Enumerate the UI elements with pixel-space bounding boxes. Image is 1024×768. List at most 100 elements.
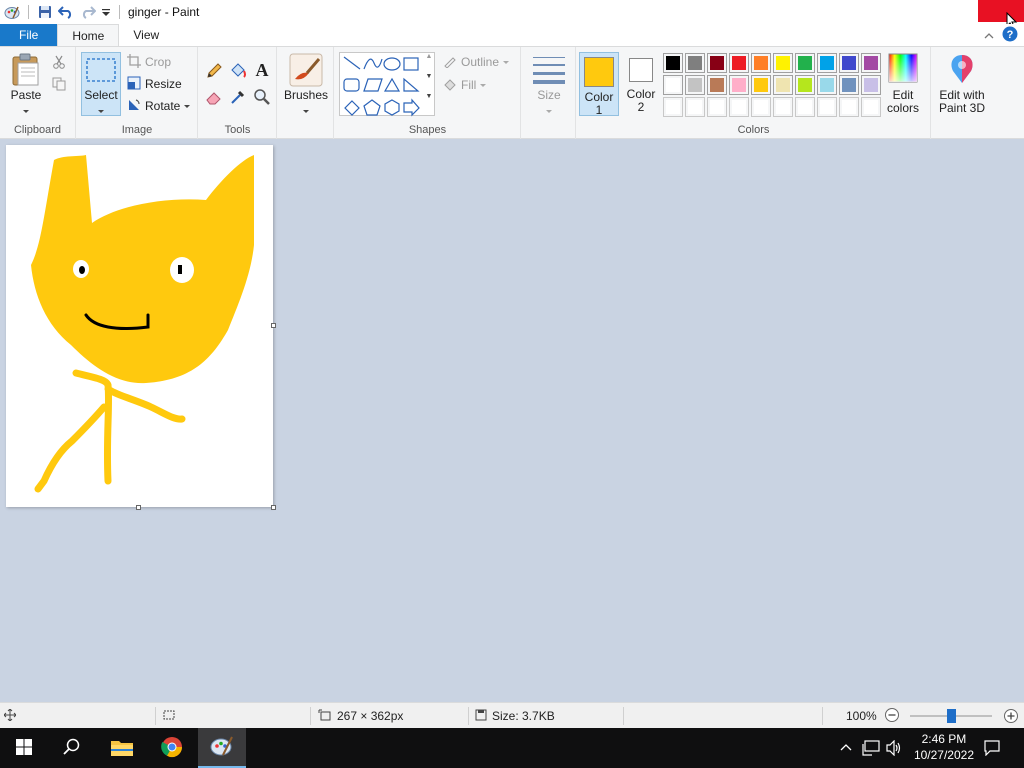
select-button[interactable]: Select: [81, 52, 121, 116]
status-divider: [155, 707, 156, 725]
palette-swatch[interactable]: [773, 53, 793, 73]
colors-group-label: Colors: [737, 124, 770, 136]
shapes-scroll[interactable]: ▲ ▼ ▼: [423, 53, 435, 115]
palette-swatch[interactable]: [817, 75, 837, 95]
paint-app-icon: [210, 735, 234, 760]
eraser-icon[interactable]: [205, 88, 223, 109]
palette-swatch[interactable]: [751, 53, 771, 73]
palette-swatch[interactable]: [773, 75, 793, 95]
taskbar-clock[interactable]: 2:46 PM 10/27/2022: [914, 731, 974, 763]
redo-icon[interactable]: [77, 2, 99, 22]
palette-swatch[interactable]: [795, 97, 815, 117]
palette-swatch[interactable]: [751, 75, 771, 95]
undo-icon[interactable]: [55, 2, 77, 22]
pencil-icon[interactable]: [205, 62, 223, 83]
brushes-button[interactable]: Brushes: [284, 53, 328, 116]
palette-swatch[interactable]: [795, 53, 815, 73]
resize-button[interactable]: Resize: [127, 74, 182, 94]
drawing-canvas[interactable]: [6, 145, 273, 507]
color1-button[interactable]: Color 1: [579, 52, 619, 117]
zoom-out-icon[interactable]: [884, 707, 900, 726]
select-label: Select: [84, 88, 118, 102]
palette-swatch[interactable]: [795, 75, 815, 95]
tab-file[interactable]: File: [0, 24, 58, 46]
cursor-position: [3, 703, 17, 729]
tab-home[interactable]: Home: [57, 24, 120, 46]
palette-swatch[interactable]: [707, 53, 727, 73]
color2-button[interactable]: Color 2: [623, 52, 659, 116]
palette-swatch[interactable]: [685, 75, 705, 95]
image-dimensions: 267 × 362px: [318, 703, 403, 729]
fill-button[interactable]: Fill: [443, 75, 487, 95]
palette-swatch[interactable]: [663, 97, 683, 117]
palette-swatch[interactable]: [729, 97, 749, 117]
minimize-ribbon-icon[interactable]: [984, 29, 994, 43]
paint-app-icon[interactable]: [2, 2, 22, 22]
palette-swatch[interactable]: [707, 97, 727, 117]
palette-swatch[interactable]: [861, 53, 881, 73]
resize-icon: [127, 76, 141, 93]
palette-swatch[interactable]: [685, 97, 705, 117]
select-rectangle-icon: [82, 53, 120, 89]
palette-swatch[interactable]: [861, 75, 881, 95]
palette-swatch[interactable]: [839, 53, 859, 73]
shapes-group-label: Shapes: [408, 124, 447, 136]
text-tool-icon[interactable]: A: [253, 60, 271, 83]
crop-button[interactable]: Crop: [127, 52, 171, 72]
edit-colors-button[interactable]: Edit colors: [881, 53, 925, 115]
paint3d-group: Edit with Paint 3D: [932, 47, 992, 139]
resize-label: Resize: [145, 77, 182, 91]
help-icon[interactable]: ?: [1002, 26, 1018, 45]
paste-button[interactable]: Paste: [6, 53, 46, 116]
image-group-label: Image: [121, 124, 153, 136]
zoom-in-icon[interactable]: [1003, 708, 1019, 727]
volume-icon[interactable]: [886, 739, 902, 759]
brush-icon: [284, 53, 328, 89]
search-button[interactable]: [48, 728, 96, 768]
cut-icon[interactable]: [52, 55, 66, 72]
palette-swatch[interactable]: [729, 53, 749, 73]
color2-swatch: [629, 58, 653, 82]
zoom-slider-thumb[interactable]: [946, 709, 956, 723]
zoom-slider-track[interactable]: [910, 709, 992, 723]
copy-icon[interactable]: [52, 77, 66, 94]
palette-swatch[interactable]: [685, 53, 705, 73]
color-palette: [663, 53, 883, 119]
rotate-button[interactable]: Rotate: [127, 96, 191, 116]
palette-swatch[interactable]: [729, 75, 749, 95]
canvas-resize-handle-corner[interactable]: [271, 505, 276, 510]
magnifier-icon[interactable]: [253, 88, 271, 109]
palette-swatch[interactable]: [663, 53, 683, 73]
start-button[interactable]: [0, 728, 48, 768]
palette-swatch[interactable]: [773, 97, 793, 117]
canvas-resize-handle-right[interactable]: [271, 323, 276, 328]
canvas-resize-handle-bottom[interactable]: [136, 505, 141, 510]
palette-swatch[interactable]: [839, 97, 859, 117]
taskbar-chrome[interactable]: [148, 728, 196, 768]
color-picker-icon[interactable]: [229, 88, 247, 109]
network-icon[interactable]: [862, 740, 880, 759]
palette-swatch[interactable]: [839, 75, 859, 95]
taskbar-file-explorer[interactable]: [98, 728, 146, 768]
outline-button[interactable]: Outline: [443, 52, 510, 72]
canvas-workspace[interactable]: [0, 140, 1024, 702]
notifications-icon[interactable]: [984, 740, 1000, 759]
image-dimensions-text: 267 × 362px: [337, 709, 404, 723]
size-button[interactable]: Size: [528, 53, 570, 116]
tab-view[interactable]: View: [119, 24, 173, 46]
paste-label: Paste: [10, 88, 42, 102]
customize-toolbar-icon[interactable]: [99, 2, 113, 22]
palette-swatch[interactable]: [707, 75, 727, 95]
size-group: Size: [522, 47, 576, 139]
fill-bucket-icon[interactable]: [229, 62, 247, 83]
palette-swatch[interactable]: [751, 97, 771, 117]
size-label: Size: [537, 88, 561, 102]
palette-swatch[interactable]: [817, 97, 837, 117]
palette-swatch[interactable]: [663, 75, 683, 95]
save-icon[interactable]: [35, 2, 55, 22]
show-hidden-icons[interactable]: [840, 740, 852, 757]
palette-swatch[interactable]: [861, 97, 881, 117]
edit-with-paint3d-button[interactable]: Edit with Paint 3D: [934, 53, 990, 115]
taskbar-paint[interactable]: [198, 728, 246, 768]
palette-swatch[interactable]: [817, 53, 837, 73]
